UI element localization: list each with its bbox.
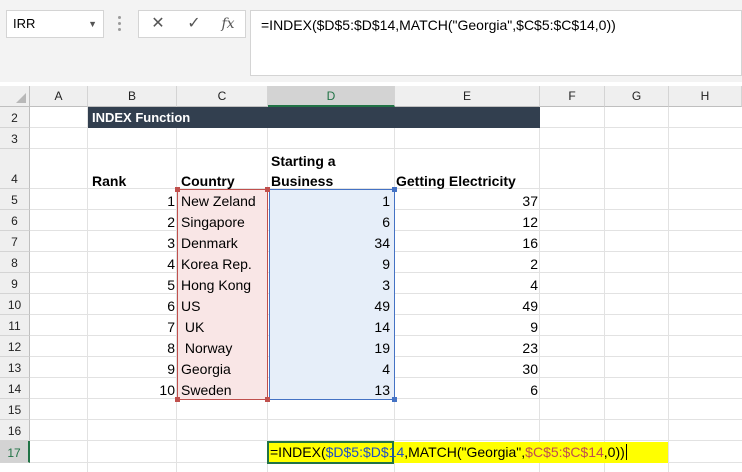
starting-cell[interactable]: 1 xyxy=(268,191,390,211)
row-header-3[interactable]: 3 xyxy=(0,128,30,149)
row-header-8[interactable]: 8 xyxy=(0,252,30,273)
insert-function-icon[interactable]: fx xyxy=(213,11,243,37)
row-header-15[interactable]: 15 xyxy=(0,399,30,420)
starting-cell[interactable]: 6 xyxy=(268,212,390,232)
row-header-7[interactable]: 7 xyxy=(0,231,30,252)
formula-input[interactable]: =INDEX($D$5:$D$14,MATCH("Georgia",$C$5:$… xyxy=(250,10,742,76)
electricity-cell[interactable]: 23 xyxy=(395,338,538,358)
row-header-5[interactable]: 5 xyxy=(0,189,30,210)
spreadsheet-grid[interactable]: A B C D E F G H 2 3 4 5 6 7 8 9 10 11 12… xyxy=(0,86,742,472)
rank-cell[interactable]: 7 xyxy=(88,317,175,337)
cancel-icon[interactable]: ✕ xyxy=(143,11,173,37)
starting-cell[interactable]: 14 xyxy=(268,317,390,337)
row-header-14[interactable]: 14 xyxy=(0,378,30,399)
name-box-value: IRR xyxy=(13,16,36,31)
rank-cell[interactable]: 3 xyxy=(88,233,175,253)
starting-cell[interactable]: 34 xyxy=(268,233,390,253)
electricity-cell[interactable]: 2 xyxy=(395,254,538,274)
rank-cell[interactable]: 5 xyxy=(88,275,175,295)
column-header-g[interactable]: G xyxy=(605,86,669,107)
sheet-title: INDEX Function xyxy=(92,110,191,125)
electricity-cell[interactable]: 49 xyxy=(395,296,538,316)
electricity-cell[interactable]: 4 xyxy=(395,275,538,295)
chevron-down-icon[interactable]: ▼ xyxy=(88,11,97,37)
column-header-h[interactable]: H xyxy=(669,86,742,107)
country-cell[interactable]: Singapore xyxy=(181,212,245,232)
country-cell[interactable]: Georgia xyxy=(181,359,231,379)
row-header-11[interactable]: 11 xyxy=(0,315,30,336)
row-header-13[interactable]: 13 xyxy=(0,357,30,378)
formula-edit-cell[interactable]: =INDEX($D$5:$D$14,MATCH("Georgia",$C$5:$… xyxy=(267,441,668,464)
rank-cell[interactable]: 8 xyxy=(88,338,175,358)
column-header-f[interactable]: F xyxy=(540,86,605,107)
country-cell[interactable]: Korea Rep. xyxy=(181,254,252,274)
starting-cell[interactable]: 49 xyxy=(268,296,390,316)
row-header-10[interactable]: 10 xyxy=(0,294,30,315)
row-header-12[interactable]: 12 xyxy=(0,336,30,357)
column-header-d[interactable]: D xyxy=(268,86,395,107)
country-cell[interactable]: New Zeland xyxy=(181,191,256,211)
electricity-cell[interactable]: 30 xyxy=(395,359,538,379)
electricity-cell[interactable]: 37 xyxy=(395,191,538,211)
electricity-cell[interactable]: 6 xyxy=(395,380,538,400)
electricity-cell[interactable]: 16 xyxy=(395,233,538,253)
rank-cell[interactable]: 1 xyxy=(88,191,175,211)
header-electricity: Getting Electricity xyxy=(396,173,516,189)
electricity-cell[interactable]: 9 xyxy=(395,317,538,337)
rank-cell[interactable]: 9 xyxy=(88,359,175,379)
range-handle[interactable] xyxy=(175,187,180,192)
starting-cell[interactable]: 4 xyxy=(268,359,390,379)
header-starting-line2: Business xyxy=(271,173,334,189)
header-country: Country xyxy=(181,173,235,189)
column-header-c[interactable]: C xyxy=(177,86,268,107)
country-cell[interactable]: Norway xyxy=(181,338,232,358)
rank-cell[interactable]: 4 xyxy=(88,254,175,274)
header-starting-line1: Starting a xyxy=(271,153,336,169)
country-cell[interactable]: UK xyxy=(181,317,204,337)
rank-cell[interactable]: 6 xyxy=(88,296,175,316)
select-all-corner[interactable] xyxy=(0,86,30,107)
enter-icon[interactable]: ✓ xyxy=(179,11,209,37)
name-box[interactable]: IRR ▼ xyxy=(6,10,104,38)
column-header-b[interactable]: B xyxy=(88,86,177,107)
column-header-a[interactable]: A xyxy=(30,86,88,107)
row-header-4[interactable]: 4 xyxy=(0,149,30,189)
rank-cell[interactable]: 2 xyxy=(88,212,175,232)
electricity-cell[interactable]: 12 xyxy=(395,212,538,232)
formula-buttons: ✕ ✓ fx xyxy=(138,10,246,38)
edit-cell-formula: =INDEX($D$5:$D$14,MATCH("Georgia",$C$5:$… xyxy=(270,444,627,460)
country-cell[interactable]: Sweden xyxy=(181,380,232,400)
grip-icon[interactable] xyxy=(118,16,121,32)
country-cell[interactable]: Hong Kong xyxy=(181,275,251,295)
country-cell[interactable]: Denmark xyxy=(181,233,238,253)
row-header-9[interactable]: 9 xyxy=(0,273,30,294)
row-header-16[interactable]: 16 xyxy=(0,420,30,441)
formula-bar-area: IRR ▼ ✕ ✓ fx =INDEX($D$5:$D$14,MATCH("Ge… xyxy=(0,0,742,82)
starting-cell[interactable]: 19 xyxy=(268,338,390,358)
country-cell[interactable]: US xyxy=(181,296,200,316)
header-rank: Rank xyxy=(92,173,127,189)
row-header-2[interactable]: 2 xyxy=(0,107,30,128)
column-header-e[interactable]: E xyxy=(395,86,540,107)
starting-cell[interactable]: 13 xyxy=(268,380,390,400)
rank-cell[interactable]: 10 xyxy=(88,380,175,400)
row-header-17[interactable]: 17 xyxy=(0,441,30,463)
row-header-6[interactable]: 6 xyxy=(0,210,30,231)
starting-cell[interactable]: 9 xyxy=(268,254,390,274)
range-handle[interactable] xyxy=(175,397,180,402)
starting-cell[interactable]: 3 xyxy=(268,275,390,295)
